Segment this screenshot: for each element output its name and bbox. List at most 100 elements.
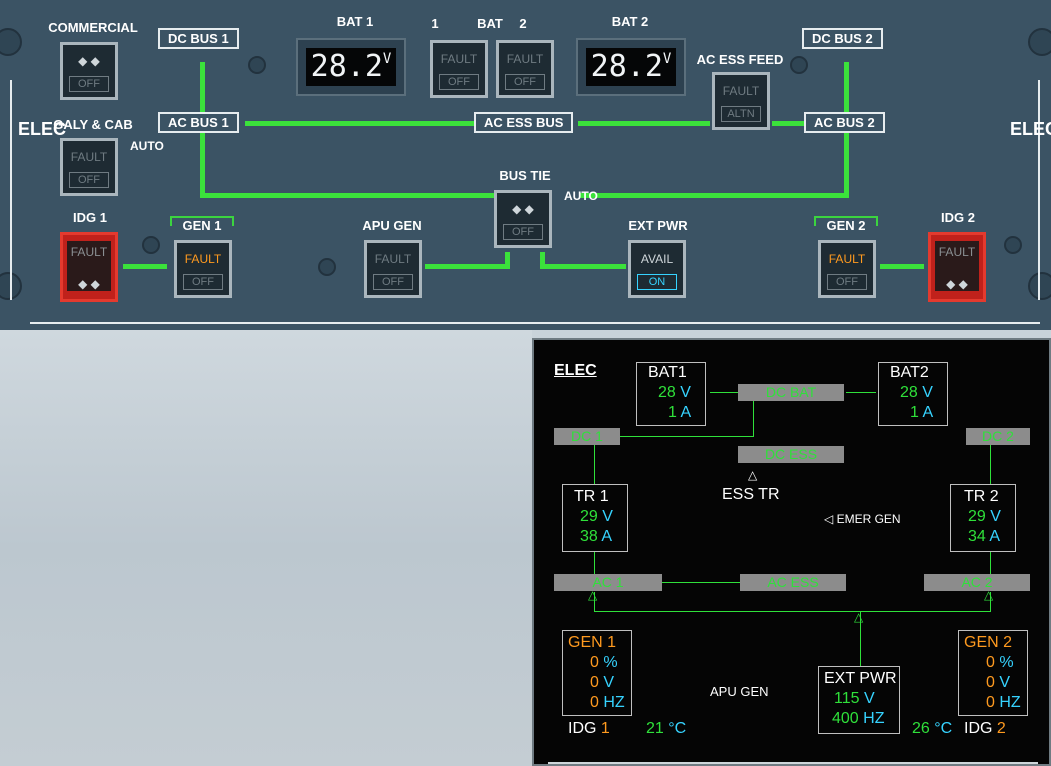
bus-line xyxy=(425,264,509,269)
bat-2-off-legend: OFF xyxy=(505,74,545,90)
ac-ess-feed-fault-legend: FAULT xyxy=(722,84,760,98)
bus-tie-off-legend: OFF xyxy=(503,224,543,240)
screw-icon xyxy=(1028,28,1051,56)
tr1-label: TR 1 xyxy=(574,488,609,505)
gen1-load: 0 % xyxy=(590,654,618,671)
galy-cab-button[interactable]: FAULT OFF xyxy=(60,138,118,196)
apu-gen-title: APU GEN xyxy=(362,218,422,233)
bat-pb-1-title: 1 xyxy=(431,16,439,31)
bat-pb-title: BAT xyxy=(477,16,503,31)
panel-border-right xyxy=(1038,80,1040,300)
bat-pb-2-title: 2 xyxy=(519,16,527,31)
idg-2-disc-legend: ◆ ◆ xyxy=(946,277,968,291)
bat1-volts: 28 V xyxy=(658,384,691,401)
ac-ess-bus-label: AC ESS BUS xyxy=(474,112,574,133)
sky-background xyxy=(0,330,532,766)
ext-pwr-label: EXT PWR xyxy=(824,670,897,687)
ext-pwr-title: EXT PWR xyxy=(628,218,688,233)
idg1-temp: 21 °C xyxy=(646,720,687,737)
screw-icon xyxy=(790,56,808,74)
idg-2-title: IDG 2 xyxy=(941,210,975,225)
ecam-bottom-border xyxy=(548,762,1038,764)
ac2-arrow-icon: △ xyxy=(984,588,994,602)
idg2-temp: 26 °C xyxy=(912,720,953,737)
panel-border-bottom xyxy=(30,322,1040,324)
gen-1-button[interactable]: FAULT OFF xyxy=(174,240,232,298)
screw-icon xyxy=(318,258,336,276)
dc-bat-bus: DC BAT xyxy=(738,384,844,401)
bus-tie-title: BUS TIE xyxy=(499,168,551,183)
elec-overhead-panel: ELEC ELEC DC BUS 1 DC BUS 2 AC BUS 1 AC … xyxy=(0,0,1051,330)
bus-line xyxy=(578,121,710,126)
ac1-arrow-icon: △ xyxy=(588,588,598,602)
tr1-volts: 29 V xyxy=(580,508,613,525)
ac-1-bus: AC 1 xyxy=(554,574,662,591)
bus-line xyxy=(580,193,848,198)
ext-pwr-volts: 115 V xyxy=(834,690,875,707)
ac-2-bus: AC 2 xyxy=(924,574,1030,591)
bus-tie-top-legend: ◆ ◆ xyxy=(512,202,534,216)
commercial-top-legend: ◆ ◆ xyxy=(78,54,100,68)
gen2-volts: 0 V xyxy=(986,674,1011,691)
gen1-volts: 0 V xyxy=(590,674,615,691)
dc-2-bus: DC 2 xyxy=(966,428,1030,445)
bus-line xyxy=(540,264,626,269)
ac-bus-1-label: AC BUS 1 xyxy=(158,112,239,133)
ac-ess-feed-button[interactable]: FAULT ALTN xyxy=(712,72,770,130)
ess-tr-label: ESS TR xyxy=(722,486,780,503)
galy-cab-title: GALY & CAB xyxy=(53,117,133,132)
bus-line xyxy=(123,264,167,269)
gen-1-off-legend: OFF xyxy=(183,274,223,290)
screw-icon xyxy=(142,236,160,254)
bat-2-title: BAT 2 xyxy=(611,14,649,29)
idg-1-guarded-button[interactable]: FAULT ◆ ◆ xyxy=(60,232,118,302)
emer-gen-label: ◁ EMER GEN xyxy=(824,512,901,526)
bus-tie-auto-label: AUTO xyxy=(564,190,598,203)
bat-1-title: BAT 1 xyxy=(336,14,374,29)
bus-line xyxy=(200,193,496,198)
bus-line xyxy=(880,264,924,269)
elec-label-left: ELEC xyxy=(18,119,67,139)
bat1-label: BAT1 xyxy=(648,364,687,381)
idg2-label: IDG 2 xyxy=(964,720,1006,737)
idg-1-title: IDG 1 xyxy=(73,210,107,225)
ext-pwr-avail-legend: AVAIL xyxy=(640,252,674,266)
galy-cab-fault-legend: FAULT xyxy=(70,150,108,164)
galy-cab-auto-label: AUTO xyxy=(130,139,164,153)
bat-2-button[interactable]: FAULT OFF xyxy=(496,40,554,98)
gen2-label: GEN 2 xyxy=(964,634,1013,651)
idg-2-guarded-button[interactable]: FAULT ◆ ◆ xyxy=(928,232,986,302)
bat2-label: BAT2 xyxy=(890,364,929,381)
gen-2-off-legend: OFF xyxy=(827,274,867,290)
elec-label-right: ELEC xyxy=(1010,119,1051,139)
bat-1-button[interactable]: FAULT OFF xyxy=(430,40,488,98)
bus-line xyxy=(245,121,475,126)
screw-icon xyxy=(0,28,22,56)
gen2-freq: 0 HZ xyxy=(986,694,1021,711)
dc-bus-1-label: DC BUS 1 xyxy=(158,28,239,49)
ext-pwr-on-legend: ON xyxy=(637,274,677,290)
apu-gen-off-legend: OFF xyxy=(373,274,413,290)
tr1-amps: 38 A xyxy=(580,528,613,545)
gen1-freq: 0 HZ xyxy=(590,694,625,711)
gen2-load: 0 % xyxy=(986,654,1014,671)
bat2-amps: 1 A xyxy=(910,404,934,421)
commercial-button[interactable]: ◆ ◆ OFF xyxy=(60,42,118,100)
galy-cab-off-legend: OFF xyxy=(69,172,109,188)
gen-2-button[interactable]: FAULT OFF xyxy=(818,240,876,298)
bat-1-off-legend: OFF xyxy=(439,74,479,90)
ext-pwr-button[interactable]: AVAIL ON xyxy=(628,240,686,298)
bus-line xyxy=(772,121,804,126)
commercial-title: COMMERCIAL xyxy=(48,20,138,35)
idg-1-fault-legend: FAULT xyxy=(70,245,108,259)
ext-pwr-freq: 400 HZ xyxy=(832,710,885,727)
ecam-page-title: ELEC xyxy=(554,362,597,379)
bat-2-voltage-display: 28.2V xyxy=(576,38,686,96)
bus-tie-button[interactable]: ◆ ◆ OFF xyxy=(494,190,552,248)
apu-gen-button[interactable]: FAULT OFF xyxy=(364,240,422,298)
tr2-label: TR 2 xyxy=(964,488,999,505)
ecam-elec-page: ELEC BAT1 28 V 1 A BAT2 28 V 1 A DC BAT … xyxy=(532,338,1051,766)
screw-icon xyxy=(248,56,266,74)
idg-1-disc-legend: ◆ ◆ xyxy=(78,277,100,291)
screw-icon xyxy=(1004,236,1022,254)
